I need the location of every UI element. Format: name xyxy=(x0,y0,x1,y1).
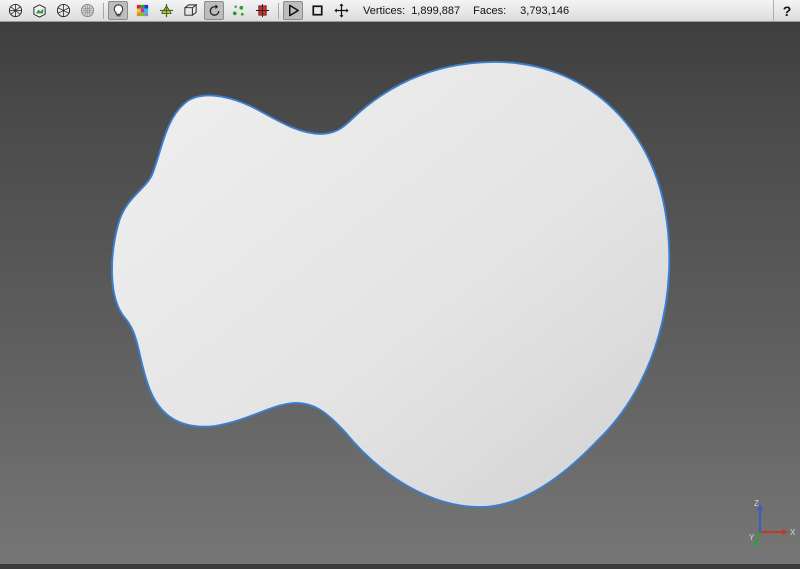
faces-label: Faces: xyxy=(473,4,507,17)
pan-arrows-icon xyxy=(333,3,349,18)
rotate-icon xyxy=(209,4,219,16)
y-axis-line xyxy=(755,531,761,543)
model-canvas xyxy=(111,61,671,508)
wireframe-sphere-button[interactable] xyxy=(5,1,25,20)
wireframe-sphere-icon xyxy=(8,3,22,18)
shaded-box-button[interactable] xyxy=(29,1,49,20)
clip-plane-icon xyxy=(255,3,269,18)
vertices-count: 1,899,887 xyxy=(411,4,461,17)
color-grid-icon xyxy=(136,4,148,17)
cube-icon xyxy=(183,4,198,16)
vertex-sphere-icon xyxy=(56,3,70,18)
wood-grain-texture xyxy=(111,61,671,508)
cube-button[interactable] xyxy=(180,1,200,20)
toolbar-separator xyxy=(103,2,104,19)
help-button[interactable]: ? xyxy=(773,0,800,21)
stop-icon xyxy=(311,5,323,16)
shaded-box-icon xyxy=(32,4,46,18)
point-grid-icon xyxy=(80,4,94,17)
axis-triad: Z X Y xyxy=(749,499,796,547)
x-axis-label: X xyxy=(790,528,796,537)
3d-viewport[interactable] xyxy=(0,22,800,564)
stop-button[interactable] xyxy=(307,1,327,20)
points-button[interactable] xyxy=(228,1,248,20)
faces-count: 3,793,146 xyxy=(520,4,570,17)
z-axis-label: Z xyxy=(754,499,759,508)
y-axis-label: Y xyxy=(749,533,755,542)
play-button[interactable] xyxy=(283,1,303,20)
pan-button[interactable] xyxy=(331,1,351,20)
rotate-button[interactable] xyxy=(204,1,224,20)
move-model-button[interactable] xyxy=(156,1,176,20)
x-axis-arrow xyxy=(782,529,788,535)
toolbar: Vertices: 1,899,887 Faces: 3,793,146 ? xyxy=(0,0,800,22)
play-icon xyxy=(288,4,299,17)
vertices-label: Vertices: xyxy=(363,4,406,17)
points-icon xyxy=(232,5,244,16)
color-grid-button[interactable] xyxy=(132,1,152,20)
point-grid-button[interactable] xyxy=(77,1,97,20)
lighting-button[interactable] xyxy=(108,1,128,20)
clip-plane-button[interactable] xyxy=(252,1,272,20)
move-model-icon xyxy=(159,3,173,18)
vertex-sphere-button[interactable] xyxy=(53,1,73,20)
toolbar-separator xyxy=(278,2,279,19)
light-bulb-icon xyxy=(113,4,123,17)
